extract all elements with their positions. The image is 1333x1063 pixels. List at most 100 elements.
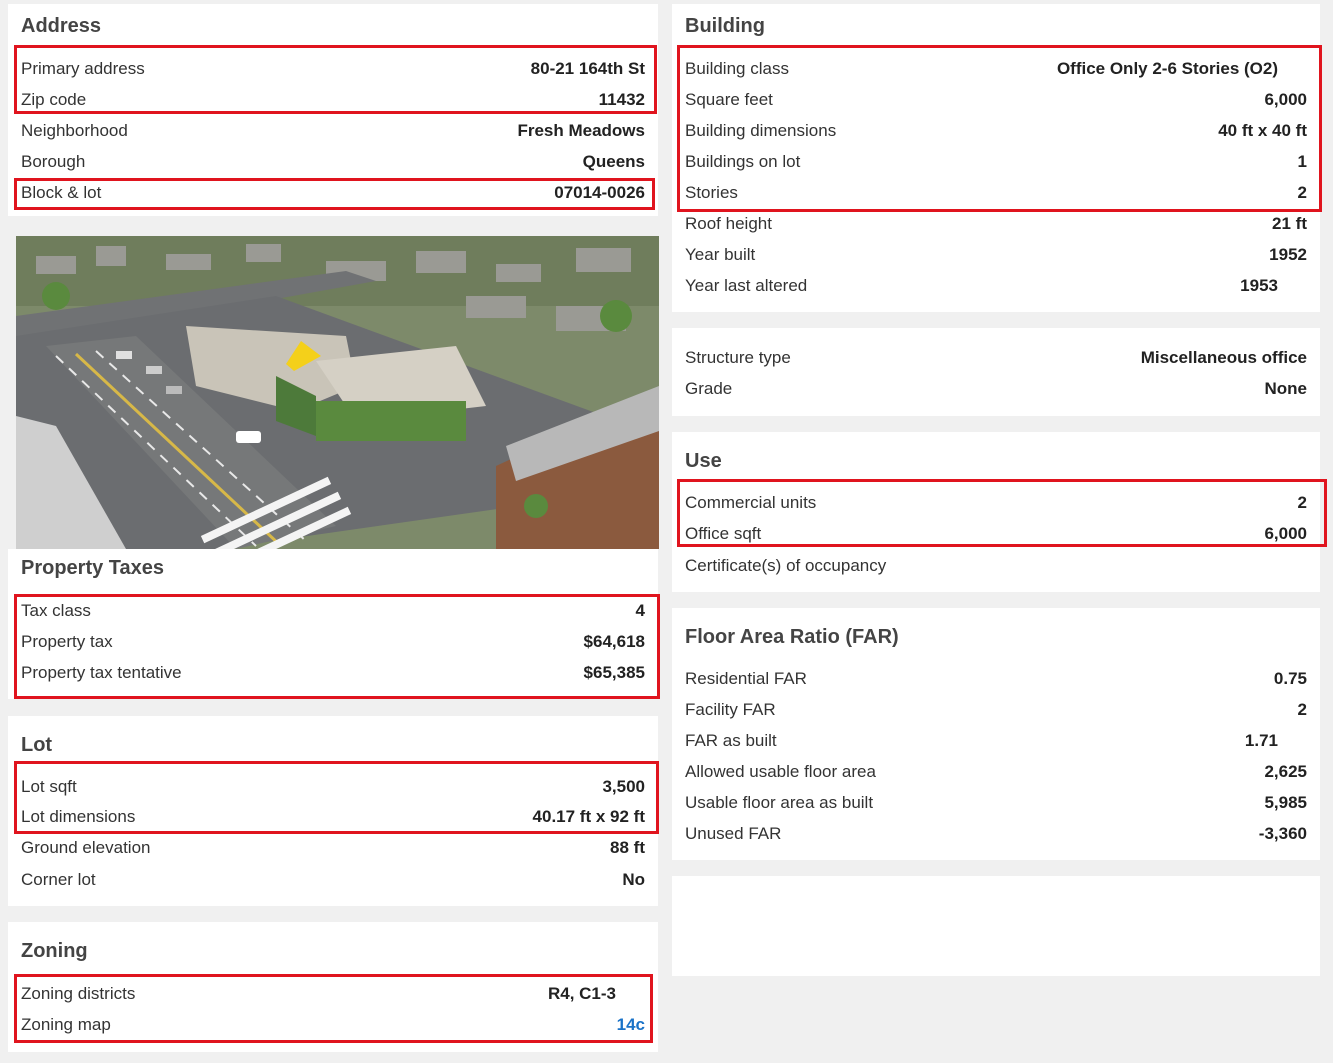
row-label: Office sqft (685, 524, 762, 543)
zoning-map-link[interactable]: 14c (617, 1015, 645, 1035)
building-row: Year last altered 1953 (685, 272, 1278, 300)
row-value: 80-21 164th St (530, 59, 645, 78)
building-row: Building class Office Only 2-6 Stories (O… (685, 55, 1278, 83)
building-row: Roof height 21 ft (685, 210, 1307, 238)
row-value: R4, C1-3 (547, 984, 616, 1003)
address-card: Address Primary address 80-21 164th St Zi… (8, 4, 658, 216)
row-value: 4 (635, 601, 645, 620)
row-label: Structure type (685, 348, 791, 367)
row-value: 2 (1297, 493, 1307, 512)
row-value: -3,360 (1258, 824, 1307, 843)
structure-row: Grade None (685, 375, 1307, 403)
lot-title: Lot (21, 734, 53, 756)
building-row: Stories 2 (685, 179, 1307, 207)
row-value: 1952 (1269, 245, 1307, 264)
row-label: FAR as built (685, 731, 777, 750)
row-label: Tax class (21, 601, 91, 620)
use-row: Commercial units 2 (685, 489, 1307, 517)
property-taxes-card: Property Taxes Tax class 4 Property tax $6… (8, 549, 658, 699)
row-label: Residential FAR (685, 669, 807, 688)
use-title: Use (685, 450, 722, 472)
far-row: Facility FAR 2 (685, 696, 1307, 724)
row-label: Facility FAR (685, 700, 776, 719)
row-value: 5,985 (1264, 793, 1307, 812)
address-row: Primary address 80-21 164th St (21, 55, 645, 83)
tax-row: Property tax $64,618 (21, 628, 645, 656)
tax-row: Property tax tentative $65,385 (21, 659, 645, 687)
far-card: Floor Area Ratio (FAR) Residential FAR 0.… (672, 608, 1320, 860)
use-card: Use Commercial units 2 Office sqft 6,000 C… (672, 432, 1320, 592)
row-value: 0.75 (1273, 669, 1307, 688)
row-value: $64,618 (583, 632, 645, 651)
far-title: Floor Area Ratio (FAR) (685, 626, 899, 648)
row-value: 6,000 (1264, 524, 1307, 543)
row-value: 2 (1297, 183, 1307, 202)
row-label: Borough (21, 152, 86, 171)
building-row: Building dimensions 40 ft x 40 ft (685, 117, 1307, 145)
row-value: None (1264, 379, 1308, 398)
row-label: Corner lot (21, 870, 96, 889)
row-label: Block & lot (21, 183, 102, 202)
row-value: 40.17 ft x 92 ft (532, 807, 645, 826)
row-value: 1953 (1240, 276, 1278, 295)
row-label: Zip code (21, 90, 87, 109)
row-value: 2,625 (1264, 762, 1307, 781)
row-value: $65,385 (583, 663, 645, 682)
row-label: Usable floor area as built (685, 793, 874, 812)
row-value: 21 ft (1272, 214, 1307, 233)
empty-card (672, 876, 1320, 976)
row-label: Primary address (21, 59, 145, 78)
row-label: Building dimensions (685, 121, 837, 140)
building-title: Building (685, 15, 765, 37)
row-label: Square feet (685, 90, 773, 109)
row-label: Buildings on lot (685, 152, 801, 171)
row-label: Lot dimensions (21, 807, 136, 826)
row-value: Fresh Meadows (517, 121, 645, 140)
far-row: Usable floor area as built 5,985 (685, 789, 1307, 817)
far-row: Residential FAR 0.75 (685, 665, 1307, 693)
far-row: Unused FAR -3,360 (685, 820, 1307, 848)
address-row: Borough Queens (21, 148, 645, 176)
address-title: Address (21, 15, 102, 37)
building-row: Year built 1952 (685, 241, 1307, 269)
address-row: Block & lot 07014-0026 (21, 179, 645, 207)
row-value: 07014-0026 (554, 183, 645, 202)
lot-row: Lot dimensions 40.17 ft x 92 ft (21, 803, 645, 831)
row-label: Property tax tentative (21, 663, 182, 682)
structure-row: Structure type Miscellaneous office (685, 344, 1307, 372)
aerial-photo (16, 236, 659, 549)
use-row: Office sqft 6,000 (685, 520, 1307, 548)
property-taxes-title: Property Taxes (21, 557, 165, 579)
far-row: FAR as built 1.71 (685, 727, 1278, 755)
address-row: Neighborhood Fresh Meadows (21, 117, 645, 145)
certificate-link[interactable]: Certificate(s) of occupancy (685, 556, 886, 576)
row-value: Office Only 2-6 Stories (O2) (1056, 59, 1278, 78)
row-label: Building class (685, 59, 789, 78)
zoning-card: Zoning Zoning districts R4, C1-3 Zoning m… (8, 922, 658, 1052)
row-label: Unused FAR (685, 824, 782, 843)
row-value: Miscellaneous office (1140, 348, 1307, 367)
building-row: Square feet 6,000 (685, 86, 1307, 114)
row-label: Year built (685, 245, 756, 264)
row-value: 1 (1297, 152, 1307, 171)
address-row: Zip code 11432 (21, 86, 645, 114)
row-label: Commercial units (685, 493, 817, 512)
row-label: Neighborhood (21, 121, 128, 140)
row-label: Property tax (21, 632, 113, 651)
row-label: Lot sqft (21, 777, 77, 796)
row-label: Year last altered (685, 276, 808, 295)
row-value: 6,000 (1264, 90, 1307, 109)
row-label: Zoning districts (21, 984, 136, 1003)
building-row: Buildings on lot 1 (685, 148, 1307, 176)
zoning-title: Zoning (21, 940, 88, 962)
row-value: No (622, 870, 645, 889)
row-value: 2 (1297, 700, 1307, 719)
use-row: Certificate(s) of occupancy (685, 552, 1307, 580)
row-label: Grade (685, 379, 733, 398)
row-value: 11432 (598, 90, 645, 109)
lot-row: Corner lot No (21, 866, 645, 894)
row-label: Stories (685, 183, 738, 202)
lot-row: Lot sqft 3,500 (21, 773, 645, 801)
row-value: Queens (582, 152, 645, 171)
row-label: Ground elevation (21, 838, 151, 857)
